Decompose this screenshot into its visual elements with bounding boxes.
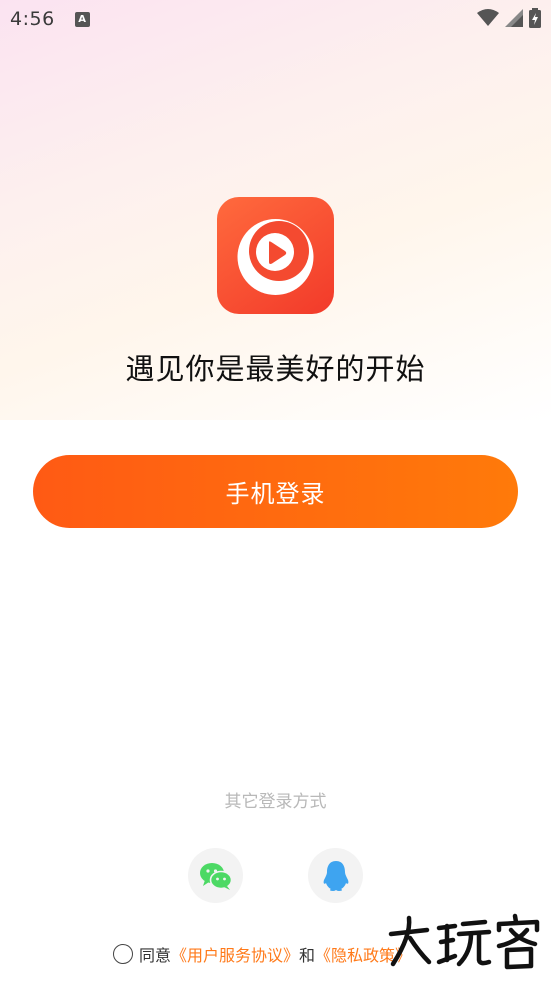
wechat-login-button[interactable]	[188, 848, 243, 903]
battery-charging-icon	[529, 8, 541, 28]
user-agreement-link[interactable]: 《用户服务协议》	[171, 942, 299, 966]
watermark-brush-lettering	[388, 913, 540, 970]
agree-checkbox[interactable]	[113, 944, 133, 964]
wechat-icon	[199, 862, 232, 890]
other-login-methods-label: 其它登录方式	[224, 792, 327, 812]
status-bar: 4:56 A	[0, 0, 551, 38]
qq-login-button[interactable]	[308, 848, 363, 903]
play-logo-icon	[237, 219, 314, 295]
status-icons	[477, 8, 541, 28]
agreement-row: 同意 《用户服务协议》 和 《隐私政策》	[113, 942, 411, 966]
phone-login-button[interactable]: 手机登录	[33, 455, 518, 528]
slogan-text: 遇见你是最美好的开始	[125, 352, 426, 386]
agreement-conjunction: 和	[299, 946, 316, 965]
notification-icon: A	[74, 11, 90, 27]
app-logo	[217, 197, 334, 314]
watermark-logo	[385, 912, 545, 972]
qq-icon	[323, 860, 348, 891]
signal-icon	[505, 9, 523, 27]
status-time: 4:56	[10, 8, 55, 30]
wifi-icon	[477, 9, 499, 26]
agreement-prefix: 同意	[139, 946, 172, 965]
